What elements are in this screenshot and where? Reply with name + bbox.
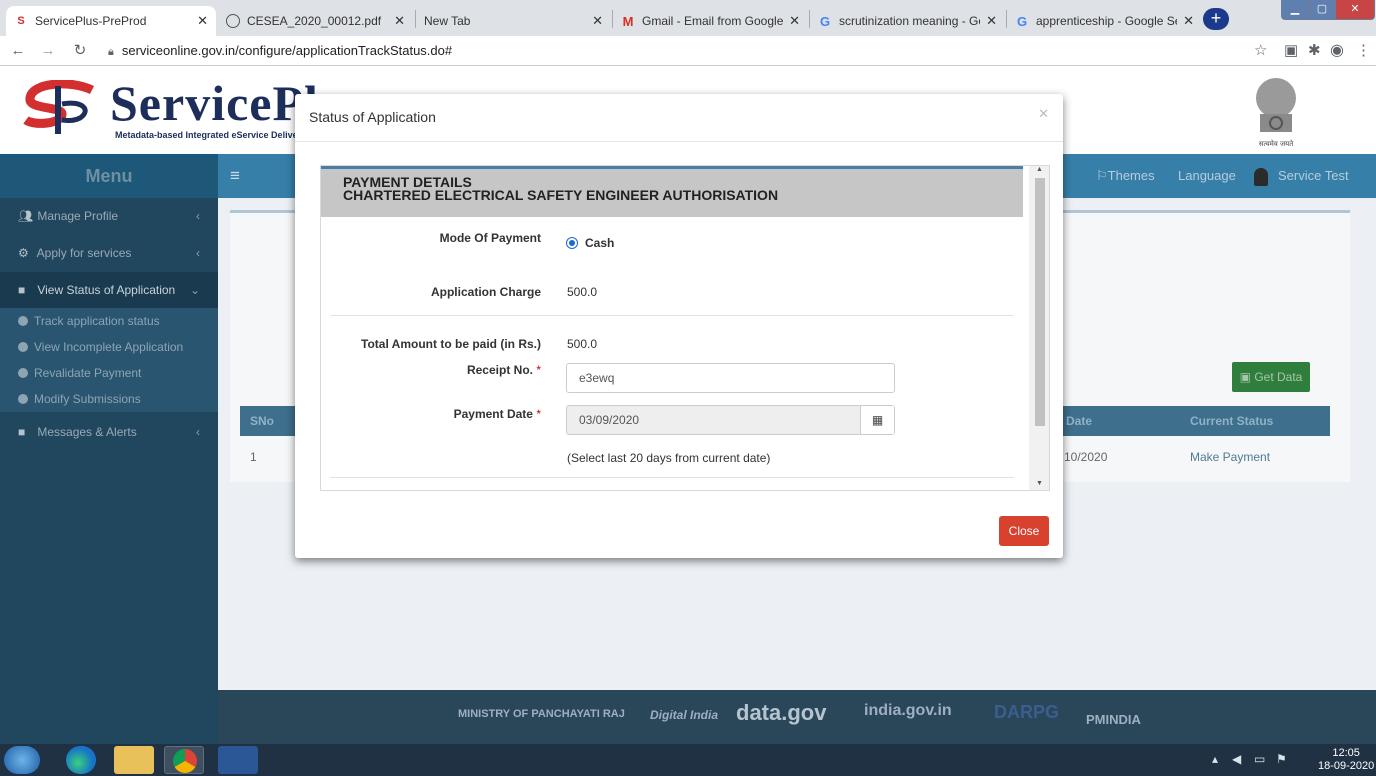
close-tab-icon[interactable]: ✕ bbox=[197, 13, 208, 29]
mode-of-payment-label: Mode Of Payment bbox=[439, 231, 541, 245]
payment-date-label: Payment Date * bbox=[453, 407, 541, 421]
tab-serviceplus[interactable]: S ServicePlus-PreProd ✕ bbox=[6, 6, 216, 36]
modal-divider bbox=[295, 141, 1063, 142]
payment-panel: PAYMENT DETAILS CHARTERED ELECTRICAL SAF… bbox=[320, 165, 1050, 491]
clock-time: 12:05 bbox=[1332, 747, 1360, 759]
scroll-thumb[interactable] bbox=[1035, 178, 1045, 426]
application-charge-value: 500.0 bbox=[567, 285, 598, 299]
divider bbox=[330, 477, 1014, 478]
tab-pdf[interactable]: CESEA_2020_00012.pdf ✕ bbox=[218, 6, 413, 36]
tab-title: scrutinization meaning - Google bbox=[839, 14, 980, 28]
tab-title: New Tab bbox=[424, 14, 471, 28]
action-center-flag-icon[interactable]: ⚑ bbox=[1276, 752, 1287, 766]
scroll-down-arrow-icon[interactable]: ▼ bbox=[1036, 480, 1043, 487]
windows-taskbar: ▴ ◀ ▭ ⚑ 12:05 18-09-2020 bbox=[0, 744, 1376, 776]
minimize-button[interactable]: ▁ bbox=[1281, 0, 1309, 20]
tab-gmail[interactable]: M Gmail - Email from Google ✕ bbox=[613, 6, 808, 36]
payment-date-value: 03/09/2020 bbox=[579, 413, 640, 427]
close-tab-icon[interactable]: ✕ bbox=[986, 13, 997, 29]
tab-new-tab[interactable]: New Tab ✕ bbox=[416, 6, 611, 36]
close-tab-icon[interactable]: ✕ bbox=[592, 13, 603, 29]
word-icon[interactable] bbox=[218, 746, 258, 774]
url-field[interactable]: 🔒︎ serviceonline.gov.in/configure/applica… bbox=[108, 40, 1208, 62]
tab-title: CESEA_2020_00012.pdf bbox=[247, 14, 382, 28]
divider bbox=[330, 315, 1014, 316]
gmail-icon: M bbox=[622, 13, 634, 29]
application-charge-label: Application Charge bbox=[430, 285, 541, 299]
payment-date-hint: (Select last 20 days from current date) bbox=[567, 451, 771, 465]
puzzle-icon[interactable]: ✱ bbox=[1308, 42, 1321, 60]
tab-title: ServicePlus-PreProd bbox=[35, 14, 147, 28]
forward-icon[interactable]: → bbox=[38, 41, 58, 61]
reload-icon[interactable]: ↻ bbox=[70, 41, 90, 61]
maximize-button[interactable]: ▢ bbox=[1309, 0, 1335, 20]
status-modal: Status of Application ✕ PAYMENT DETAILS … bbox=[295, 94, 1063, 558]
receipt-no-label: Receipt No. * bbox=[466, 363, 541, 377]
total-amount-label: Total Amount to be paid (in Rs.) bbox=[361, 337, 541, 351]
close-button[interactable]: Close bbox=[999, 516, 1049, 546]
google-icon: G bbox=[1016, 13, 1028, 29]
address-bar-row: ← → ↻ 🔒︎ serviceonline.gov.in/configure/a… bbox=[0, 36, 1376, 66]
close-icon[interactable]: ✕ bbox=[1038, 106, 1049, 122]
file-explorer-icon[interactable] bbox=[114, 746, 154, 774]
total-amount-value: 500.0 bbox=[567, 337, 598, 351]
url-text: serviceonline.gov.in/configure/applicati… bbox=[121, 43, 453, 58]
close-tab-icon[interactable]: ✕ bbox=[789, 13, 800, 29]
chrome-icon bbox=[173, 749, 197, 773]
clock-date: 18-09-2020 bbox=[1318, 760, 1375, 772]
chrome-taskbar-icon[interactable] bbox=[164, 746, 204, 774]
calendar-icon[interactable]: ▦ bbox=[860, 406, 894, 434]
tray-expand-icon[interactable]: ▴ bbox=[1212, 752, 1218, 766]
serviceplus-favicon-icon: S bbox=[17, 15, 25, 27]
back-icon[interactable]: ← bbox=[8, 41, 28, 61]
panel-scrollbar[interactable]: ▲ ▼ bbox=[1029, 166, 1049, 490]
system-clock[interactable]: 12:05 18-09-2020 bbox=[1318, 747, 1374, 773]
start-button[interactable] bbox=[4, 746, 40, 774]
tab-scrutinization[interactable]: G scrutinization meaning - Google ✕ bbox=[810, 6, 1005, 36]
network-icon[interactable]: ▭ bbox=[1254, 752, 1265, 766]
volume-icon[interactable]: ◀ bbox=[1232, 752, 1241, 766]
receipt-no-input[interactable]: e3ewq bbox=[566, 363, 895, 393]
tab-title: Gmail - Email from Google bbox=[642, 14, 784, 28]
globe-icon bbox=[226, 14, 240, 28]
close-tab-icon[interactable]: ✕ bbox=[1183, 13, 1194, 29]
new-tab-button[interactable]: + bbox=[1203, 8, 1229, 30]
tab-apprenticeship[interactable]: G apprenticeship - Google Search ✕ bbox=[1007, 6, 1202, 36]
panel-heading: PAYMENT DETAILS CHARTERED ELECTRICAL SAF… bbox=[321, 166, 1023, 217]
bookmark-star-icon[interactable]: ☆ bbox=[1254, 42, 1267, 60]
google-icon: G bbox=[819, 13, 831, 29]
edge-icon[interactable] bbox=[66, 746, 96, 774]
modal-title: Status of Application bbox=[309, 109, 436, 125]
panel-heading-line2: CHARTERED ELECTRICAL SAFETY ENGINEER AUT… bbox=[343, 187, 779, 203]
browser-tab-strip: S ServicePlus-PreProd ✕ CESEA_2020_00012… bbox=[0, 0, 1376, 36]
tab-title: apprenticeship - Google Search bbox=[1036, 14, 1177, 28]
extension-icon[interactable]: ▣ bbox=[1284, 42, 1298, 60]
lock-icon: 🔒︎ bbox=[108, 46, 114, 58]
cash-radio[interactable] bbox=[566, 237, 578, 249]
profile-icon[interactable]: ◉ bbox=[1330, 42, 1344, 60]
close-window-button[interactable]: ✕ bbox=[1335, 0, 1375, 20]
cash-radio-label: Cash bbox=[585, 236, 615, 250]
close-tab-icon[interactable]: ✕ bbox=[394, 13, 405, 29]
more-menu-icon[interactable]: ⋮ bbox=[1356, 42, 1371, 60]
scroll-up-arrow-icon[interactable]: ▲ bbox=[1036, 166, 1043, 173]
payment-date-input[interactable]: 03/09/2020 ▦ bbox=[566, 405, 895, 435]
